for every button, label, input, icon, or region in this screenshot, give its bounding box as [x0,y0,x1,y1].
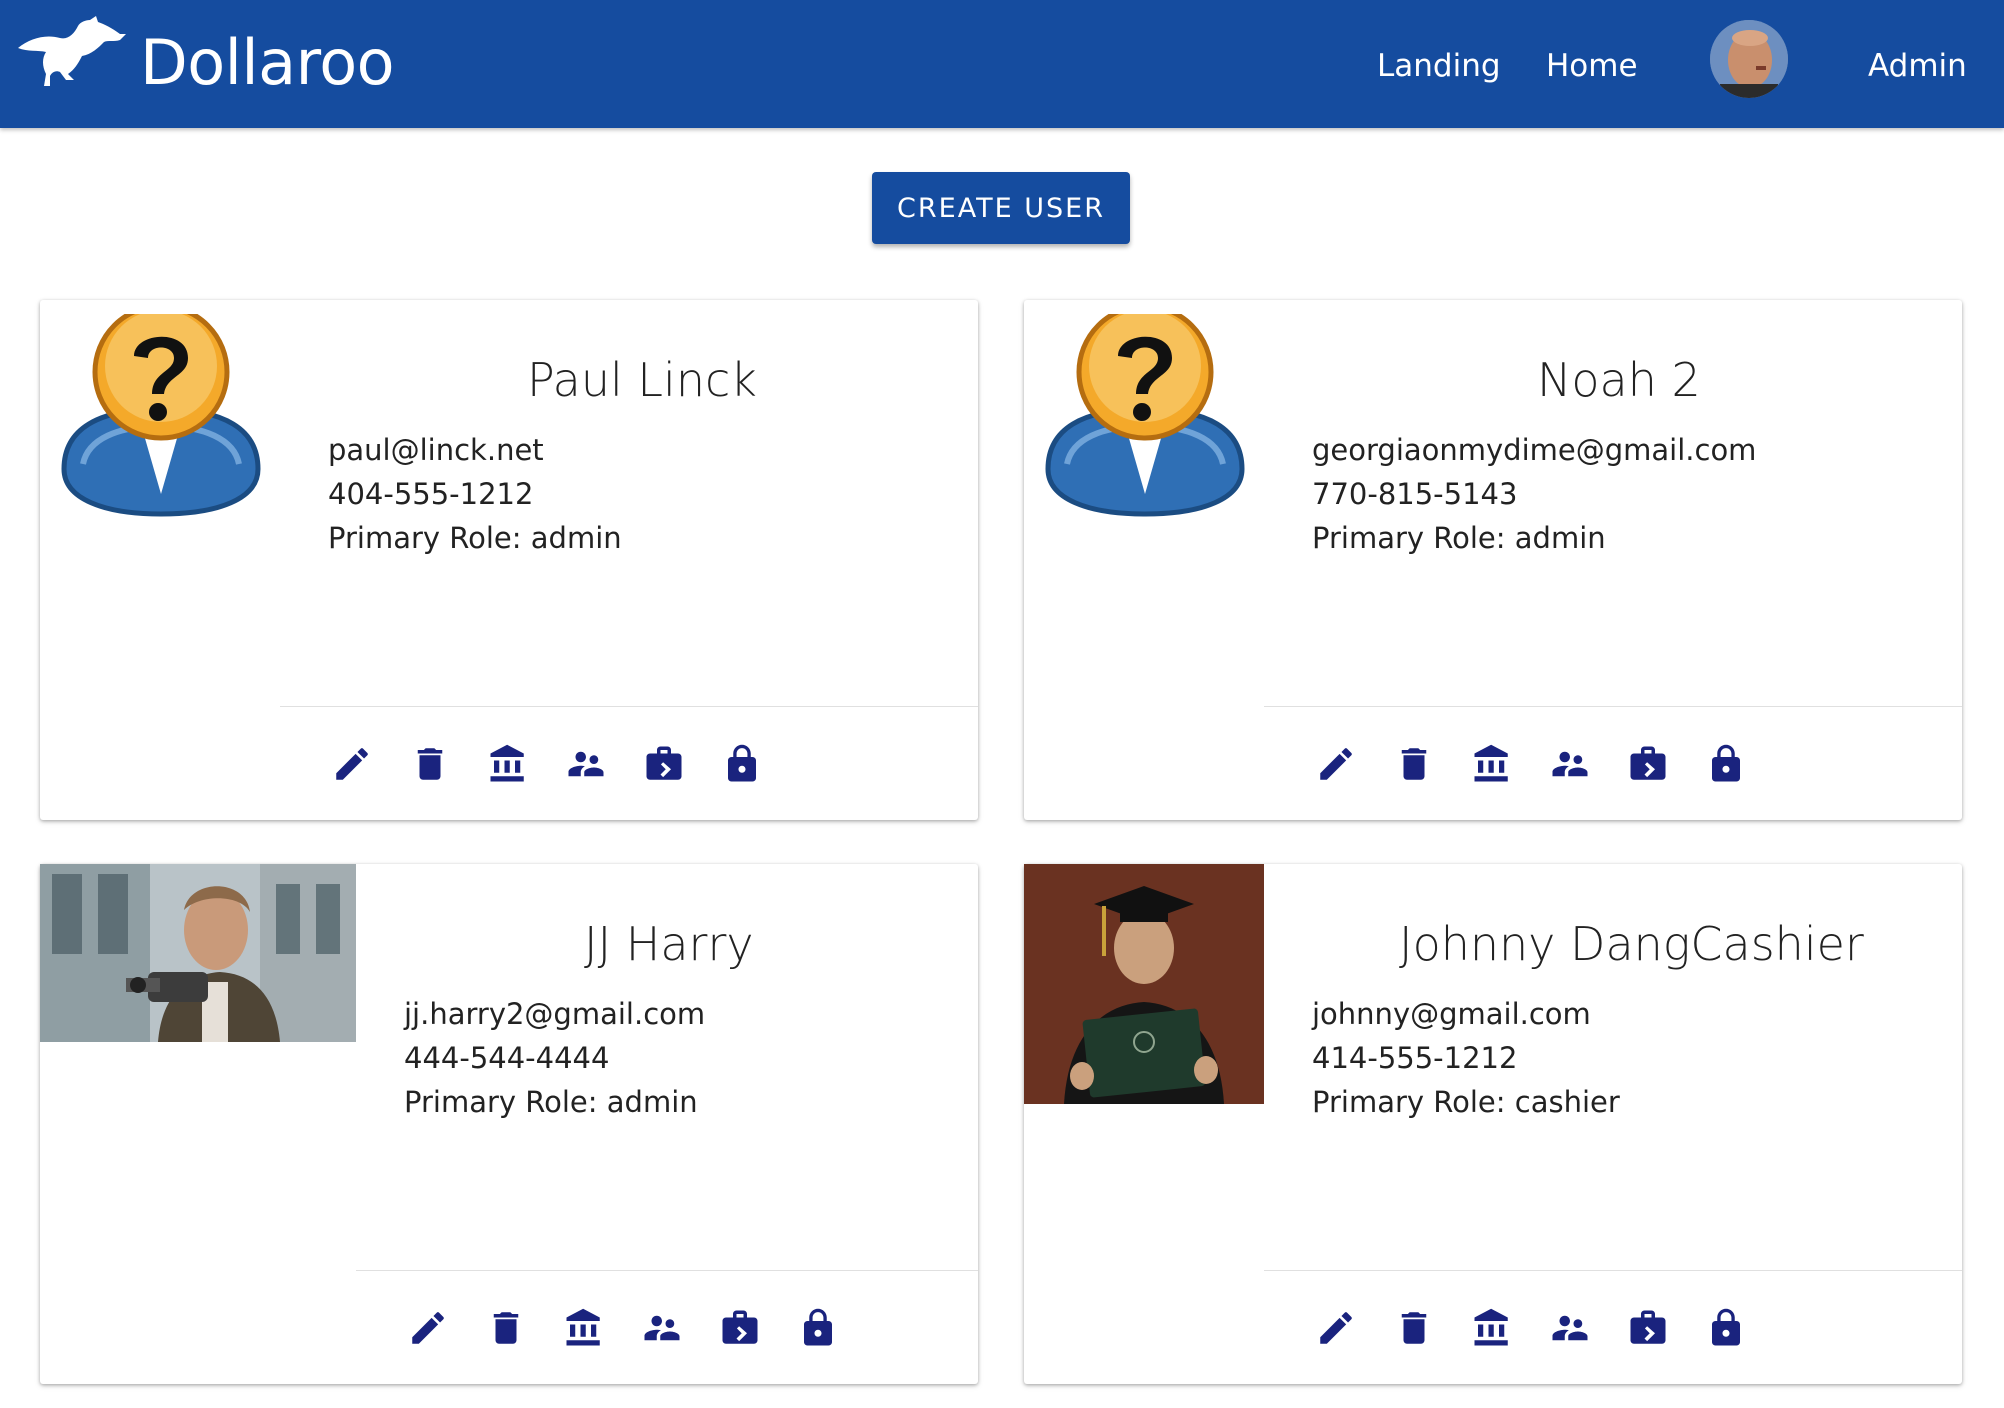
user-role: Primary Role: admin [328,521,622,555]
user-phone: 770-815-5143 [1312,477,1518,511]
lock-icon[interactable] [1704,1304,1748,1352]
delete-icon[interactable] [484,1304,528,1352]
user-phone: 404-555-1212 [328,477,534,511]
edit-icon[interactable] [1314,1304,1358,1352]
app-brand[interactable]: Dollaroo [140,26,395,100]
user-card: Johnny DangCashier johnny@gmail.com 414-… [1024,864,1962,1384]
user-email: paul@linck.net [328,433,544,467]
work-icon[interactable] [1626,1304,1670,1352]
delete-icon[interactable] [408,740,452,788]
delete-icon[interactable] [1392,1304,1436,1352]
people-icon[interactable] [1548,740,1592,788]
card-actions [406,1304,840,1352]
edit-icon[interactable] [406,1304,450,1352]
work-icon[interactable] [1626,740,1670,788]
people-icon[interactable] [564,740,608,788]
user-role: Primary Role: admin [404,1085,698,1119]
work-icon[interactable] [642,740,686,788]
card-divider [280,706,978,707]
card-divider [1264,1270,1962,1271]
card-actions [1314,740,1748,788]
user-role: Primary Role: admin [1312,521,1606,555]
user-role: Primary Role: cashier [1312,1085,1620,1119]
user-name: Johnny DangCashier [1399,917,1864,971]
lock-icon[interactable] [1704,740,1748,788]
unknown-user-icon [1042,314,1248,520]
user-email: georgiaonmydime@gmail.com [1312,433,1757,467]
edit-icon[interactable] [1314,740,1358,788]
people-icon[interactable] [1548,1304,1592,1352]
app-bar: Dollaroo Landing Home Admin [0,0,2004,128]
card-actions [1314,1304,1748,1352]
user-email: johnny@gmail.com [1312,997,1591,1031]
nav-admin-link[interactable]: Admin [1868,46,1967,86]
people-icon[interactable] [640,1304,684,1352]
delete-icon[interactable] [1392,740,1436,788]
bank-icon[interactable] [1470,740,1514,788]
card-divider [356,1270,978,1271]
user-phone: 444-544-4444 [404,1041,610,1075]
lock-icon[interactable] [796,1304,840,1352]
card-divider [1264,706,1962,707]
current-user-avatar[interactable] [1710,20,1788,98]
user-card: Paul Linck paul@linck.net 404-555-1212 P… [40,300,978,820]
user-photo [1024,864,1264,1104]
kangaroo-logo-icon[interactable] [16,14,128,88]
user-phone: 414-555-1212 [1312,1041,1518,1075]
bank-icon[interactable] [562,1304,606,1352]
user-photo [40,864,356,1042]
nav-home-link[interactable]: Home [1546,46,1638,86]
user-email: jj.harry2@gmail.com [404,997,706,1031]
user-card: JJ Harry jj.harry2@gmail.com 444-544-444… [40,864,978,1384]
user-card: Noah 2 georgiaonmydime@gmail.com 770-815… [1024,300,1962,820]
user-name: JJ Harry [584,917,754,971]
bank-icon[interactable] [486,740,530,788]
edit-icon[interactable] [330,740,374,788]
unknown-user-icon [58,314,264,520]
create-user-button[interactable]: CREATE USER [872,172,1130,244]
work-icon[interactable] [718,1304,762,1352]
user-name: Noah 2 [1537,353,1701,407]
user-name: Paul Linck [527,353,757,407]
nav-landing-link[interactable]: Landing [1377,46,1501,86]
bank-icon[interactable] [1470,1304,1514,1352]
card-actions [330,740,764,788]
lock-icon[interactable] [720,740,764,788]
